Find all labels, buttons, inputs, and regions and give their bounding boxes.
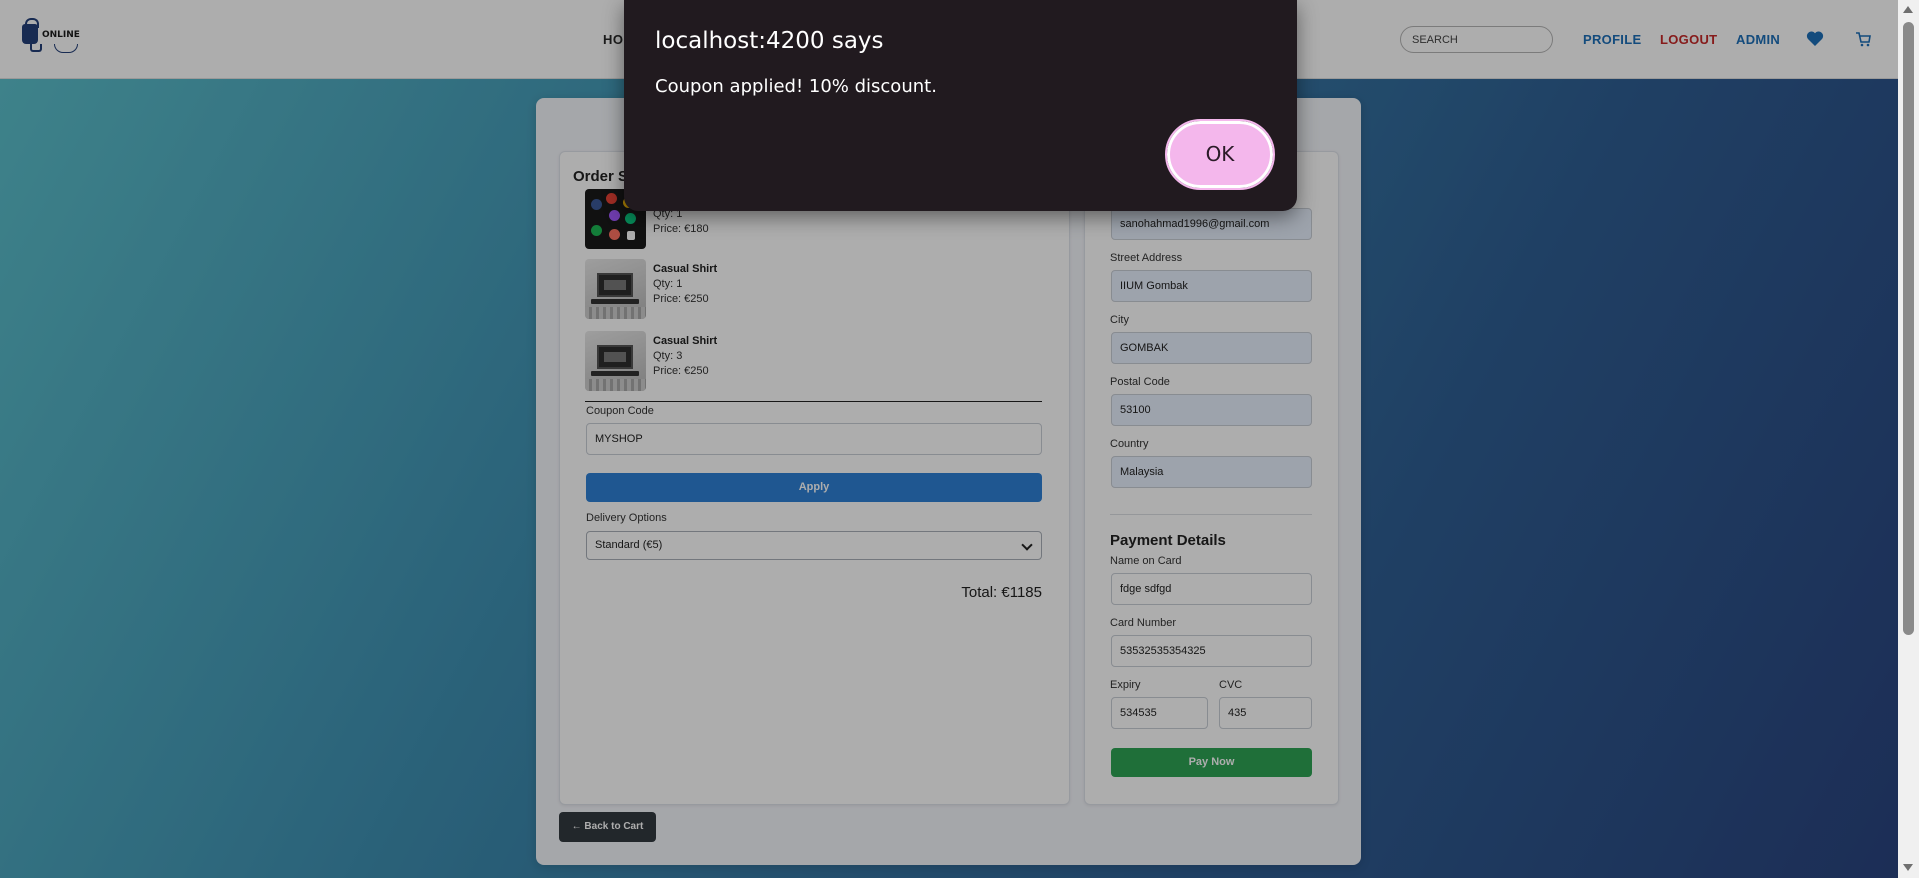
scrollbar-thumb[interactable] (1903, 22, 1914, 635)
alert-dialog-message: Coupon applied! 10% discount. (655, 76, 937, 97)
scroll-up-arrow-icon[interactable] (1903, 6, 1913, 13)
scroll-down-arrow-icon[interactable] (1903, 864, 1913, 871)
alert-ok-button[interactable]: OK (1165, 119, 1275, 190)
alert-dialog-title: localhost:4200 says (655, 28, 884, 54)
